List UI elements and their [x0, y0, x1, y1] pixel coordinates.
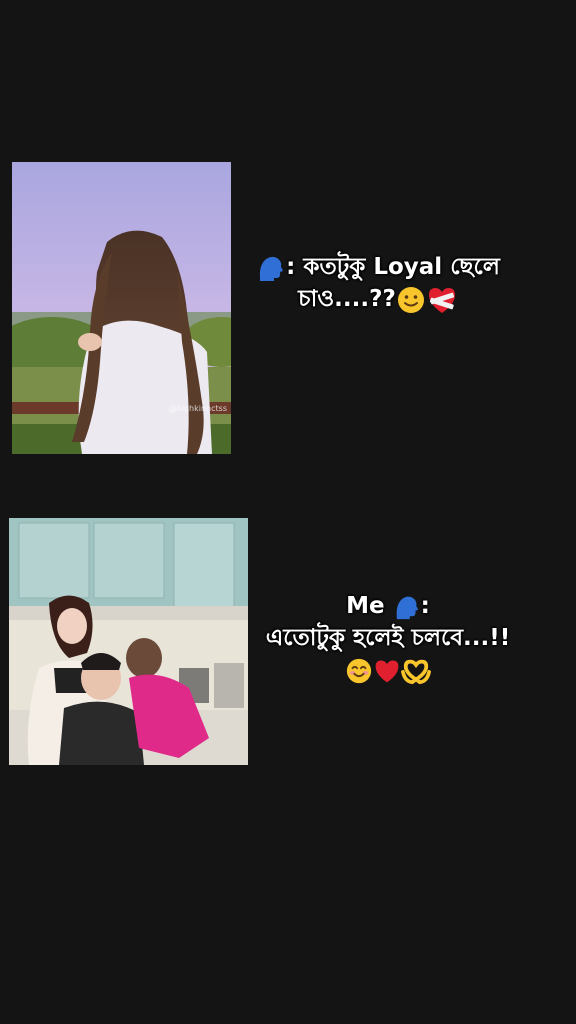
caption-answer: Me : এতোটুকু হলেই চলবে...!!: [262, 590, 514, 686]
photo-kitchen-scene: [9, 518, 248, 765]
caption-answer-line2: এতোটুকু হলেই চলবে...!!: [265, 625, 511, 651]
smiling-face-icon: [345, 657, 373, 685]
caption-question: : কতটুকু Loyal ছেলে চাও....??: [244, 251, 512, 315]
bandaged-heart-icon: [426, 285, 458, 315]
red-heart-icon: [373, 657, 401, 685]
caption-answer-emoji-row: [262, 654, 514, 686]
photo-girl-landscape: @highkinnctss: [12, 162, 231, 454]
image-watermark: @highkinnctss: [168, 404, 227, 413]
caption-question-text-2: চাও....??: [298, 286, 396, 312]
photo-kitchen-scene-image: [9, 518, 248, 765]
heart-hands-icon: [401, 657, 431, 685]
caption-answer-prefix: Me: [346, 593, 385, 619]
caption-answer-line1: Me :: [346, 593, 430, 620]
slightly-smiling-face-icon: [396, 285, 426, 315]
caption-question-text: কতটুকু Loyal ছেলে: [303, 254, 500, 280]
speaking-head-icon: [256, 254, 286, 282]
speaking-head-icon: [393, 594, 421, 620]
caption-question-line1: : কতটুকু Loyal ছেলে: [244, 251, 512, 283]
caption-question-line2: চাও....??: [244, 283, 512, 315]
